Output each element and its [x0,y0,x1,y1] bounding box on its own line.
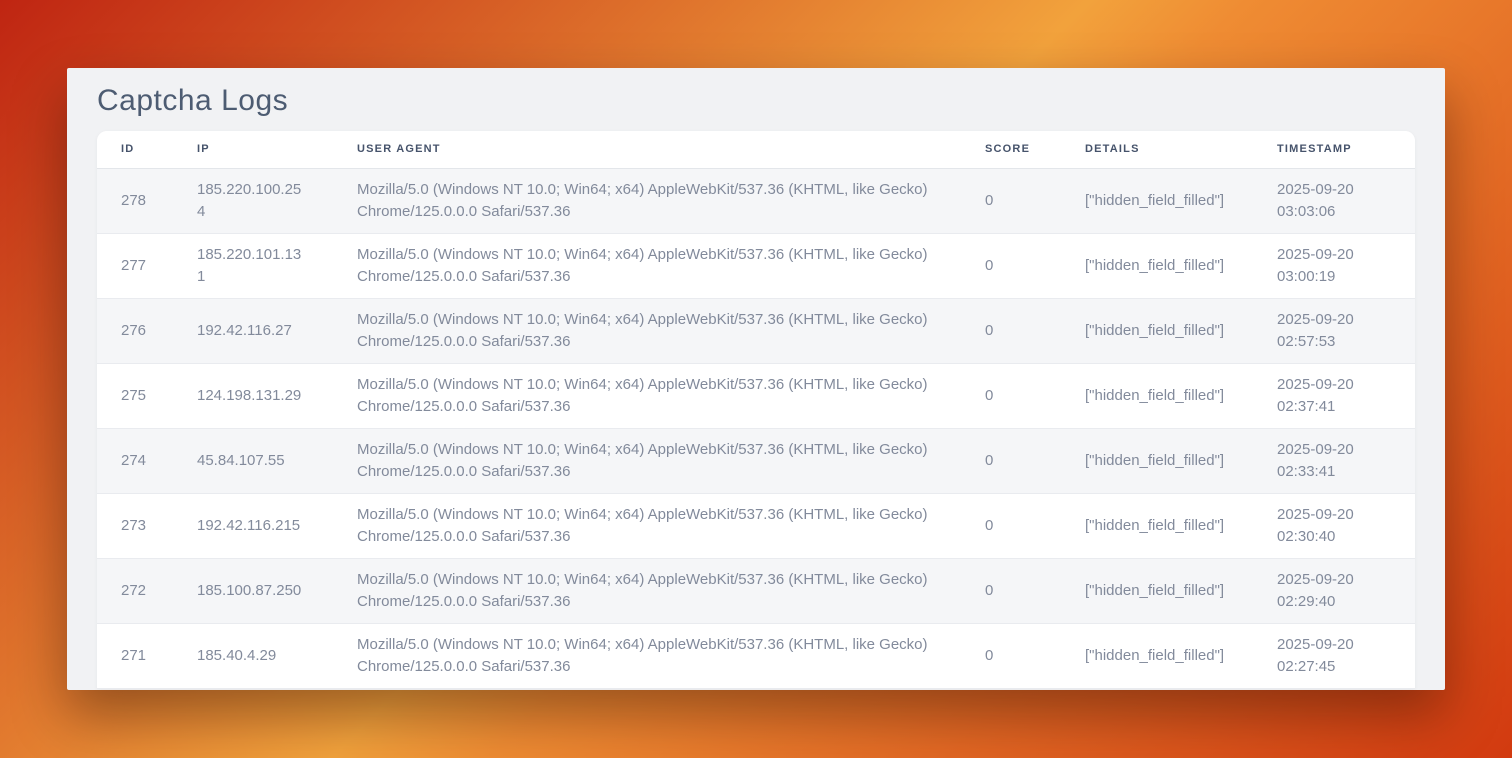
cell-id: 271 [97,623,173,688]
cell-score: 0 [961,623,1061,688]
column-header-id: ID [97,131,173,168]
column-header-timestamp: TIMESTAMP [1253,131,1415,168]
cell-details: ["hidden_field_filled"] [1061,493,1253,558]
cell-details: ["hidden_field_filled"] [1061,363,1253,428]
cell-ip: 124.198.131.29 [173,363,333,428]
captcha-logs-table-container: ID IP USER AGENT SCORE DETAILS TIMESTAMP… [97,131,1415,689]
table-body: 278 185.220.100.254 Mozilla/5.0 (Windows… [97,168,1415,688]
cell-timestamp: 2025-09-20 02:27:45 [1253,623,1415,688]
table-row: 276 192.42.116.27 Mozilla/5.0 (Windows N… [97,298,1415,363]
cell-details: ["hidden_field_filled"] [1061,623,1253,688]
cell-id: 274 [97,428,173,493]
cell-score: 0 [961,298,1061,363]
cell-user-agent: Mozilla/5.0 (Windows NT 10.0; Win64; x64… [333,558,961,623]
cell-score: 0 [961,493,1061,558]
gradient-background: { "page_title": "Captcha Logs", "colors"… [0,0,1512,758]
cell-score: 0 [961,168,1061,233]
cell-user-agent: Mozilla/5.0 (Windows NT 10.0; Win64; x64… [333,233,961,298]
table-row: 278 185.220.100.254 Mozilla/5.0 (Windows… [97,168,1415,233]
cell-details: ["hidden_field_filled"] [1061,558,1253,623]
table-row: 273 192.42.116.215 Mozilla/5.0 (Windows … [97,493,1415,558]
cell-ip: 45.84.107.55 [173,428,333,493]
cell-details: ["hidden_field_filled"] [1061,168,1253,233]
cell-score: 0 [961,363,1061,428]
cell-ip: 192.42.116.27 [173,298,333,363]
cell-details: ["hidden_field_filled"] [1061,298,1253,363]
column-header-user-agent: USER AGENT [333,131,961,168]
cell-user-agent: Mozilla/5.0 (Windows NT 10.0; Win64; x64… [333,363,961,428]
cell-score: 0 [961,233,1061,298]
cell-details: ["hidden_field_filled"] [1061,233,1253,298]
cell-details: ["hidden_field_filled"] [1061,428,1253,493]
cell-timestamp: 2025-09-20 03:00:19 [1253,233,1415,298]
cell-user-agent: Mozilla/5.0 (Windows NT 10.0; Win64; x64… [333,168,961,233]
cell-id: 278 [97,168,173,233]
cell-id: 276 [97,298,173,363]
cell-ip: 185.100.87.250 [173,558,333,623]
cell-user-agent: Mozilla/5.0 (Windows NT 10.0; Win64; x64… [333,623,961,688]
cell-user-agent: Mozilla/5.0 (Windows NT 10.0; Win64; x64… [333,493,961,558]
table-row: 274 45.84.107.55 Mozilla/5.0 (Windows NT… [97,428,1415,493]
column-header-ip: IP [173,131,333,168]
column-header-details: DETAILS [1061,131,1253,168]
cell-score: 0 [961,558,1061,623]
cell-timestamp: 2025-09-20 02:37:41 [1253,363,1415,428]
cell-ip: 192.42.116.215 [173,493,333,558]
cell-id: 275 [97,363,173,428]
cell-timestamp: 2025-09-20 03:03:06 [1253,168,1415,233]
captcha-logs-table: ID IP USER AGENT SCORE DETAILS TIMESTAMP… [97,131,1415,689]
captcha-logs-card: Captcha Logs ID IP USER AGENT SCORE DETA… [67,68,1445,690]
table-header-row: ID IP USER AGENT SCORE DETAILS TIMESTAMP [97,131,1415,168]
table-row: 277 185.220.101.131 Mozilla/5.0 (Windows… [97,233,1415,298]
cell-id: 273 [97,493,173,558]
cell-ip: 185.40.4.29 [173,623,333,688]
cell-user-agent: Mozilla/5.0 (Windows NT 10.0; Win64; x64… [333,428,961,493]
table-row: 272 185.100.87.250 Mozilla/5.0 (Windows … [97,558,1415,623]
page-title: Captcha Logs [97,84,1415,118]
table-row: 275 124.198.131.29 Mozilla/5.0 (Windows … [97,363,1415,428]
column-header-score: SCORE [961,131,1061,168]
cell-ip: 185.220.101.131 [173,233,333,298]
cell-timestamp: 2025-09-20 02:29:40 [1253,558,1415,623]
cell-ip: 185.220.100.254 [173,168,333,233]
cell-timestamp: 2025-09-20 02:33:41 [1253,428,1415,493]
cell-score: 0 [961,428,1061,493]
table-row: 271 185.40.4.29 Mozilla/5.0 (Windows NT … [97,623,1415,688]
cell-id: 272 [97,558,173,623]
cell-timestamp: 2025-09-20 02:57:53 [1253,298,1415,363]
cell-id: 277 [97,233,173,298]
cell-timestamp: 2025-09-20 02:30:40 [1253,493,1415,558]
cell-user-agent: Mozilla/5.0 (Windows NT 10.0; Win64; x64… [333,298,961,363]
